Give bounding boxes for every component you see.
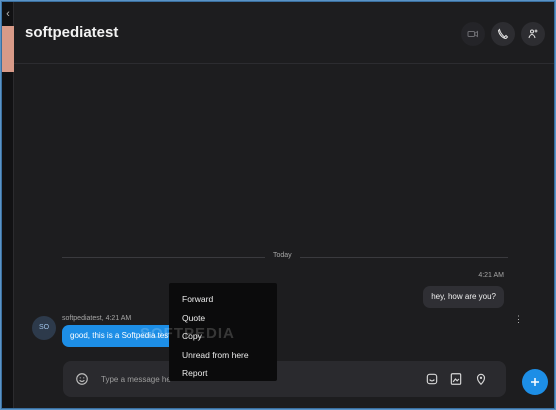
menu-item-forward[interactable]: Forward [169, 290, 277, 309]
message-input[interactable] [101, 361, 171, 397]
conversation-list-edge: ‹ [2, 2, 14, 408]
back-icon[interactable]: ‹ [2, 8, 14, 20]
gallery-icon[interactable] [449, 372, 463, 386]
message-context-menu: Forward Quote Copy Unread from here Repo… [169, 283, 277, 381]
menu-item-report[interactable]: Report [169, 364, 277, 383]
add-person-icon [528, 29, 538, 39]
message-composer [63, 361, 506, 397]
incoming-meta: softpediatest, 4:21 AM [62, 315, 132, 322]
video-call-button[interactable] [461, 22, 485, 46]
emoji-icon[interactable] [75, 372, 89, 386]
sticker-icon[interactable] [425, 372, 439, 386]
chat-header: softpediatest [14, 2, 554, 64]
menu-item-copy[interactable]: Copy [169, 327, 277, 346]
plus-icon [531, 378, 539, 386]
location-pin-icon[interactable] [474, 372, 488, 386]
phone-icon [497, 28, 509, 40]
menu-item-unread-from-here[interactable]: Unread from here [169, 346, 277, 365]
new-action-button[interactable] [522, 369, 548, 395]
voice-call-button[interactable] [491, 22, 515, 46]
message-options-icon[interactable]: ⋮ [514, 315, 523, 324]
outgoing-timestamp: 4:21 AM [478, 272, 504, 279]
video-icon [467, 30, 478, 38]
add-participant-button[interactable] [521, 22, 545, 46]
avatar[interactable]: SO [32, 316, 56, 340]
day-separator-label: Today [265, 252, 300, 259]
chat-title: softpediatest [25, 24, 119, 41]
selected-conversation-marker[interactable] [2, 26, 14, 72]
incoming-message[interactable]: good, this is a Softpedia test [62, 325, 180, 347]
outgoing-message[interactable]: hey, how are you? [423, 286, 504, 308]
menu-item-quote[interactable]: Quote [169, 309, 277, 328]
app-window: ‹ softpediatest Today 4:21 AM hey, how a… [1, 1, 555, 409]
